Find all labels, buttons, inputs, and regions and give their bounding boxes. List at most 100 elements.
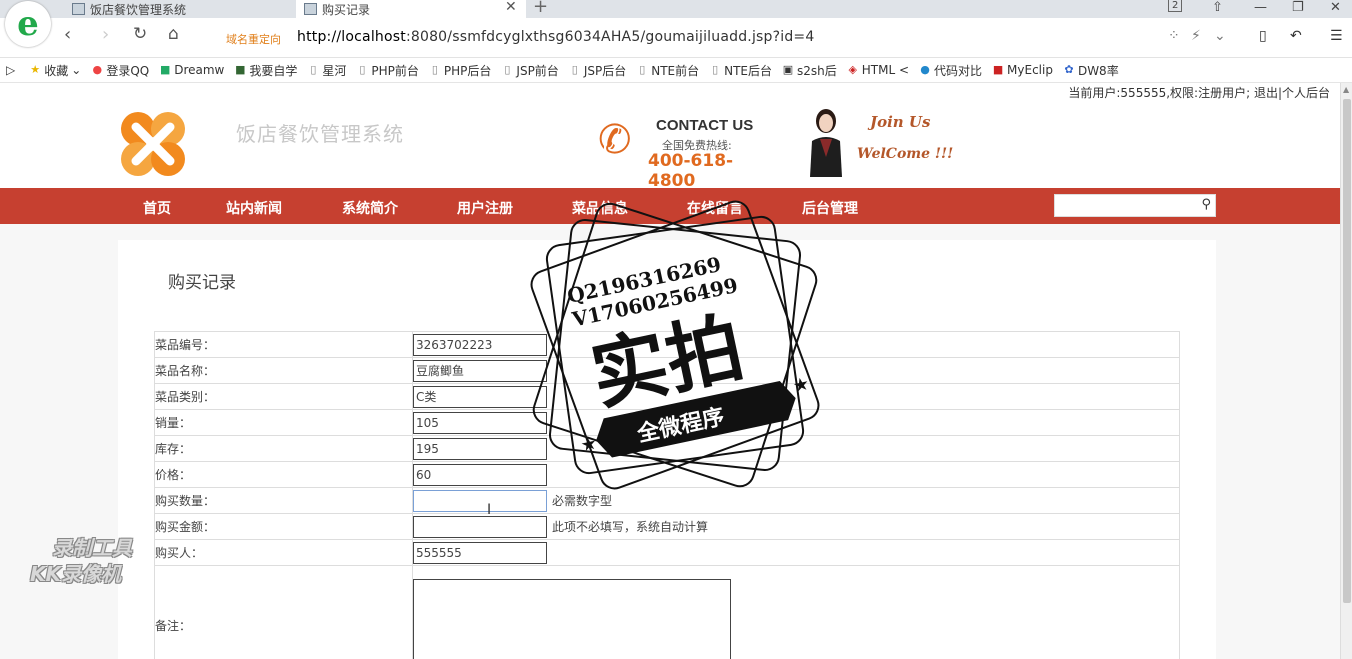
- restore-icon[interactable]: ❐: [1292, 0, 1304, 15]
- search-input[interactable]: ⚲: [1054, 194, 1216, 217]
- field-label: 销量：: [154, 409, 413, 436]
- form-row: 销量： 105: [154, 409, 1180, 436]
- new-tab-icon[interactable]: +: [533, 0, 548, 17]
- bookmark-item[interactable]: ▣ s2sh后: [782, 62, 837, 79]
- form-row: 菜品名称： 豆腐鲫鱼: [154, 357, 1180, 384]
- nav-messages[interactable]: 在线留言: [687, 198, 743, 218]
- bookmark-item[interactable]: ★ 收藏 ⌄: [29, 62, 81, 79]
- user-info[interactable]: 当前用户:555555,权限:注册用户; 退出|个人后台: [1068, 84, 1330, 101]
- bookmark-item[interactable]: ◈ HTML <: [847, 63, 910, 77]
- nav-admin[interactable]: 后台管理: [802, 198, 858, 218]
- compare-icon: ●: [920, 63, 930, 76]
- address-bar[interactable]: http://localhost:8080/ssmfdcyglxthsg6034…: [297, 29, 814, 45]
- join-us-text: Join Us: [870, 113, 931, 131]
- bookmark-item[interactable]: ■ MyEclip: [992, 63, 1053, 77]
- scroll-thumb[interactable]: [1343, 99, 1351, 603]
- chevron-down-icon[interactable]: ⌄: [1214, 28, 1226, 44]
- close-window-icon[interactable]: ✕: [1330, 0, 1341, 15]
- bookmark-item[interactable]: ▯ 星河: [307, 62, 346, 79]
- page-title: 购买记录: [168, 273, 236, 293]
- lightning-icon[interactable]: ⚡: [1191, 28, 1201, 44]
- tab-purchase-record[interactable]: 购买记录: [296, 0, 526, 18]
- back-icon[interactable]: ‹: [64, 24, 71, 45]
- dish-name-field[interactable]: 豆腐鲫鱼: [413, 359, 547, 382]
- phone-icon: ✆: [598, 117, 632, 163]
- nav-register[interactable]: 用户注册: [457, 198, 513, 218]
- qq-icon: ●: [92, 63, 103, 76]
- page-scrollbar[interactable]: ▲: [1340, 83, 1352, 659]
- woman-avatar-icon: [810, 109, 842, 177]
- nav-home[interactable]: 首页: [143, 198, 171, 218]
- html-icon: ◈: [848, 63, 857, 76]
- field-label: 购买人：: [154, 539, 413, 566]
- bookmark-item[interactable]: ▯ NTE前台: [636, 62, 699, 79]
- image-icon: ▣: [782, 63, 794, 76]
- home-icon[interactable]: ⌂: [168, 24, 179, 44]
- bookmark-item[interactable]: ■ Dreamw: [159, 63, 224, 77]
- sales-field[interactable]: 105: [413, 411, 547, 434]
- welcome-text: WelCome !!!: [857, 146, 954, 162]
- bookmark-item[interactable]: ▯ PHP前台: [356, 62, 419, 79]
- star-icon: ★: [30, 63, 41, 76]
- page-icon: ▯: [712, 63, 719, 76]
- form-row: 菜品编号： 3263702223: [154, 331, 1180, 358]
- tab-count-badge[interactable]: 2: [1168, 0, 1183, 12]
- tab-bar: 饭店餐饮管理系统 购买记录 ✕ + 2 ⇧ — ❐ ✕: [0, 0, 1352, 18]
- web-page: 当前用户:555555,权限:注册用户; 退出|个人后台 饭店餐饮管理系统 ✆ …: [0, 83, 1340, 659]
- bookmark-item[interactable]: ▯ JSP前台: [501, 62, 558, 79]
- remarks-textarea[interactable]: [413, 578, 731, 659]
- field-label: 购买数量：: [154, 487, 413, 514]
- buyer-field[interactable]: 555555: [413, 541, 547, 564]
- search-icon[interactable]: ⚲: [1201, 197, 1211, 212]
- page-icon: ▯: [571, 63, 578, 76]
- dish-code-field[interactable]: 3263702223: [413, 333, 547, 356]
- menu-icon[interactable]: ☰: [1330, 28, 1343, 44]
- bookmark-item[interactable]: ✿ DW8率: [1063, 62, 1118, 79]
- bookmark-item[interactable]: ▯ NTE后台: [709, 62, 772, 79]
- field-label: 菜品编号：: [154, 331, 413, 358]
- undo-icon[interactable]: ↶: [1290, 28, 1302, 44]
- site-logo-icon: [121, 112, 185, 176]
- form-row: 菜品类别： C类: [154, 383, 1180, 410]
- bookmark-item[interactable]: ▯ JSP后台: [569, 62, 626, 79]
- paw-icon: ✿: [1064, 63, 1074, 76]
- bookmark-item[interactable]: ▯ PHP后台: [429, 62, 492, 79]
- bookmark-item[interactable]: ● 代码对比: [919, 62, 982, 79]
- bookmark-item[interactable]: ■ 我要自学: [234, 62, 297, 79]
- page-icon: ▯: [504, 63, 511, 76]
- text-cursor-icon: Ⅰ: [487, 502, 492, 518]
- redirect-label[interactable]: 域名重定向: [226, 31, 281, 47]
- field-label: 价格：: [154, 461, 413, 488]
- contact-banner: ✆ CONTACT US 全国免费热线: 400-618-4800: [596, 113, 766, 191]
- price-field[interactable]: 60: [413, 463, 547, 486]
- page-favicon-icon: [72, 3, 85, 15]
- form-row: 库存： 195: [154, 435, 1180, 462]
- bookmark-item[interactable]: ● 登录QQ: [91, 62, 150, 79]
- dreamweaver-icon: ■: [160, 63, 171, 76]
- dish-category-field[interactable]: C类: [413, 385, 547, 408]
- nav-about[interactable]: 系统简介: [342, 198, 398, 218]
- field-hint: 此项不必填写，系统自动计算: [552, 520, 709, 534]
- amount-field[interactable]: [413, 515, 547, 538]
- form-row: 购买数量： 必需数字型: [154, 487, 1180, 514]
- bookmark-icon[interactable]: ▯: [1259, 28, 1267, 44]
- tab-label: 饭店餐饮管理系统: [90, 2, 187, 17]
- stock-field[interactable]: 195: [413, 437, 547, 460]
- contact-title: CONTACT US: [656, 117, 754, 134]
- field-label: 备注：: [154, 565, 413, 659]
- forward-icon[interactable]: ›: [102, 24, 109, 45]
- sidebar-toggle-icon[interactable]: ▷: [6, 63, 15, 77]
- browser-logo-icon: e: [5, 1, 51, 47]
- close-tab-icon[interactable]: ✕: [505, 0, 517, 15]
- nav-dishes[interactable]: 菜品信息: [572, 198, 628, 218]
- nav-news[interactable]: 站内新闻: [226, 198, 282, 218]
- purchase-form: 菜品编号： 3263702223 菜品名称： 豆腐鲫鱼 菜品类别： C类 销量：…: [154, 331, 1180, 659]
- refresh-icon[interactable]: ↻: [133, 24, 147, 44]
- minimize-icon[interactable]: —: [1254, 0, 1267, 15]
- tab-restaurant-system[interactable]: 饭店餐饮管理系统: [64, 0, 296, 18]
- grid-icon[interactable]: ⁘: [1168, 28, 1180, 44]
- shirt-icon[interactable]: ⇧: [1212, 0, 1223, 15]
- quantity-field[interactable]: [413, 489, 547, 512]
- scroll-up-icon[interactable]: ▲: [1343, 85, 1349, 94]
- myeclipse-icon: ■: [992, 63, 1004, 76]
